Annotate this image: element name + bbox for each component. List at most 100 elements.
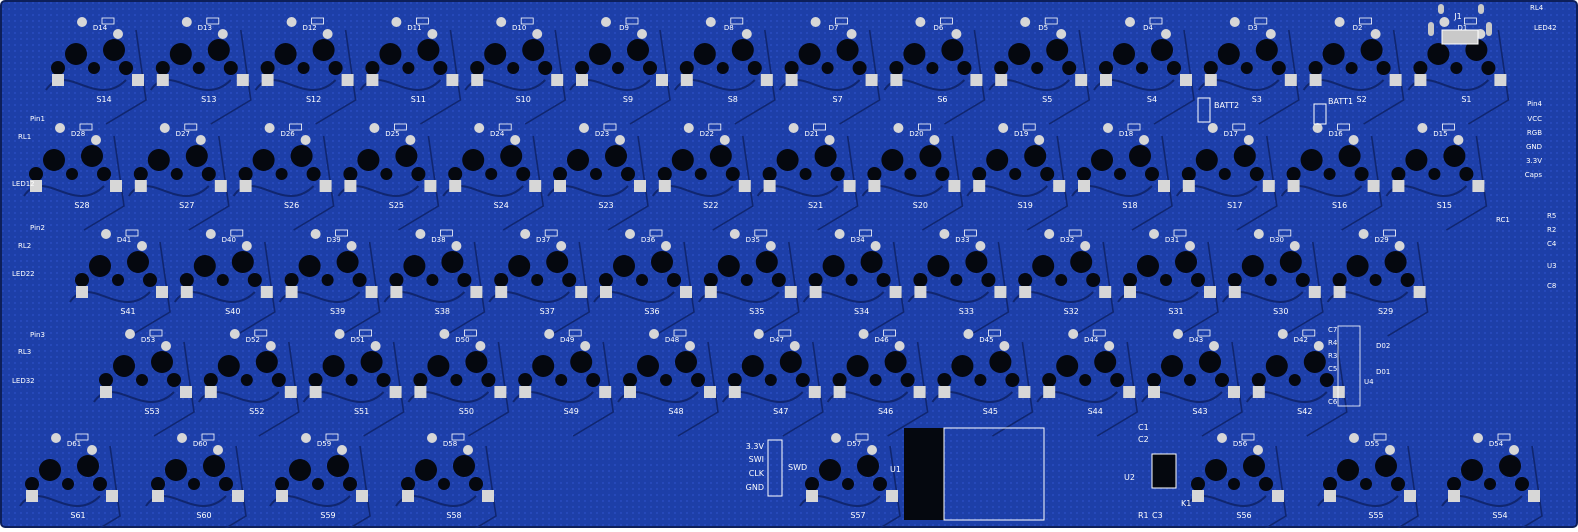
switch-pad xyxy=(948,180,961,192)
stab-hole xyxy=(136,374,148,386)
diode-pad xyxy=(637,29,647,39)
mount-hole xyxy=(857,455,879,477)
diode-pad xyxy=(1034,135,1045,145)
switch-pad xyxy=(344,180,357,192)
switch-label: S39 xyxy=(330,307,345,316)
diode-pad xyxy=(580,341,591,351)
diode-pad xyxy=(999,341,1010,351)
switch-pad xyxy=(868,180,881,192)
stab-hole xyxy=(974,374,987,386)
stab-hole xyxy=(808,273,823,287)
stab-hole xyxy=(29,167,43,181)
mount-hole xyxy=(1337,459,1359,481)
mount-hole xyxy=(822,255,845,277)
mount-hole xyxy=(986,149,1009,171)
switch-label: S17 xyxy=(1227,201,1242,210)
mount-hole xyxy=(1443,145,1466,167)
mount-hole xyxy=(1175,251,1197,273)
stab-hole xyxy=(1218,168,1231,180)
stab-hole xyxy=(1481,61,1496,75)
stab-hole xyxy=(1345,62,1358,74)
diode-label: D25 xyxy=(385,130,399,138)
stab-hole xyxy=(1391,477,1405,491)
stab-hole xyxy=(900,373,915,387)
diode-pad xyxy=(177,433,187,443)
diode-label: D19 xyxy=(1014,130,1028,138)
stab-hole xyxy=(821,62,834,74)
stab-hole xyxy=(426,274,439,286)
cluster-r3: R3 xyxy=(1328,352,1337,360)
stab-hole xyxy=(380,168,393,180)
switch-pad xyxy=(261,74,274,86)
stab-hole xyxy=(1376,61,1391,75)
mount-hole xyxy=(147,149,170,171)
mount-hole xyxy=(605,145,627,167)
switch-label: S54 xyxy=(1492,511,1507,520)
header-pin-4: GND xyxy=(1526,143,1542,151)
stab-hole xyxy=(1040,167,1055,181)
switch-label: S13 xyxy=(201,95,216,104)
switch-pad xyxy=(285,286,298,298)
diode-pad xyxy=(113,29,123,39)
mount-hole xyxy=(1346,255,1369,277)
stab-hole xyxy=(590,168,602,180)
stab-hole xyxy=(1145,167,1159,181)
stab-hole xyxy=(771,273,786,287)
stab-hole xyxy=(562,273,577,287)
left-relay-2: RL2 xyxy=(18,242,31,250)
stab-hole xyxy=(740,274,753,286)
stab-hole xyxy=(1147,373,1161,387)
battery-2-label: BATT2 xyxy=(1214,101,1239,110)
mount-hole xyxy=(671,149,694,171)
stab-hole xyxy=(201,167,216,181)
switch-label: S12 xyxy=(306,95,321,104)
switch-label: S40 xyxy=(225,307,240,316)
stab-hole xyxy=(1215,373,1229,387)
switch-pad xyxy=(529,180,542,192)
diode-pad xyxy=(125,329,135,339)
stab-hole xyxy=(873,477,887,491)
diode-pad xyxy=(195,135,206,145)
c8-label: C8 xyxy=(1547,282,1556,290)
switch-pad xyxy=(424,180,437,192)
diode-pad xyxy=(1209,341,1219,351)
stab-hole xyxy=(413,373,428,387)
stab-hole xyxy=(694,168,707,180)
c2-label: C2 xyxy=(1138,435,1149,444)
diode-pad xyxy=(915,17,926,27)
diode-pad xyxy=(1349,433,1359,443)
diode-pad xyxy=(615,135,625,145)
stab-hole xyxy=(1114,168,1126,180)
r5-label: R5 xyxy=(1547,212,1556,220)
diode-pad xyxy=(334,329,345,339)
switch-pad xyxy=(494,386,507,398)
mount-hole xyxy=(322,355,345,377)
switch-label: S47 xyxy=(773,407,788,416)
diode-label: D20 xyxy=(909,130,923,138)
switch-pad xyxy=(156,74,169,86)
c1-label: C1 xyxy=(1138,423,1149,432)
switch-pad xyxy=(784,286,797,298)
diode-pad xyxy=(463,445,473,455)
stab-hole xyxy=(170,168,183,180)
stab-hole xyxy=(1450,62,1463,74)
switch-label: S42 xyxy=(1297,407,1312,416)
switch-label: S60 xyxy=(196,511,211,520)
switch-pad xyxy=(1309,74,1322,86)
switch-label: S5 xyxy=(1042,95,1052,104)
switch-pad xyxy=(276,490,288,502)
mount-hole xyxy=(43,149,65,171)
cluster-c5: C5 xyxy=(1328,365,1337,373)
mount-hole xyxy=(1008,43,1031,65)
diode-pad xyxy=(91,135,101,145)
diode-pad xyxy=(1217,433,1227,443)
diode-label: D53 xyxy=(141,336,155,344)
stab-hole xyxy=(151,477,165,491)
mount-hole xyxy=(532,355,555,377)
diode-label: D8 xyxy=(724,24,734,32)
mount-hole xyxy=(65,43,87,65)
switch-label: S19 xyxy=(1018,201,1033,210)
diode-pad xyxy=(1394,241,1405,251)
mount-hole xyxy=(1384,251,1407,273)
switch-label: S48 xyxy=(668,407,683,416)
